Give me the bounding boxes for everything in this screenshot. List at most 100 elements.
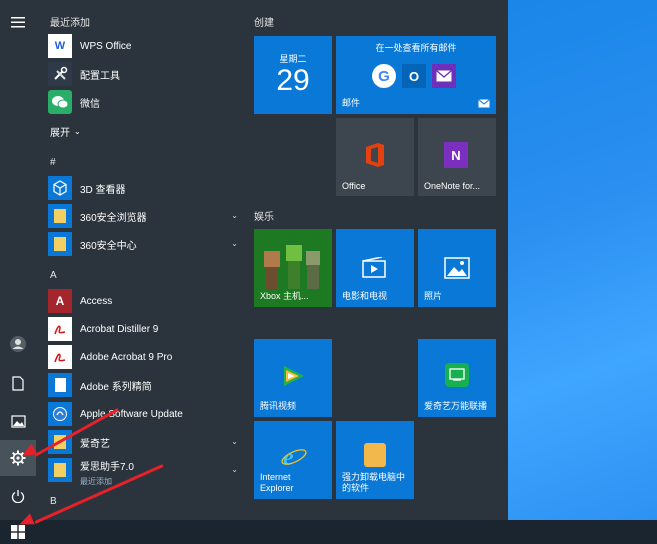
taskbar — [0, 520, 657, 544]
tile-label: Internet Explorer — [260, 472, 294, 493]
app-3d-viewer[interactable]: 3D 查看器 — [48, 175, 244, 201]
calendar-date: 29 — [276, 64, 310, 97]
desktop-background — [508, 0, 657, 520]
app-wps-office[interactable]: W WPS Office — [48, 33, 244, 59]
app-label: 360安全中心 — [80, 240, 137, 252]
app-label: Apple Software Update — [80, 408, 183, 420]
app-list: 最近添加 W WPS Office 配置工具 微信 展开 ⌄ # 3D 查看器 … — [36, 0, 244, 520]
onenote-icon: N — [444, 142, 468, 168]
folder-icon — [48, 458, 72, 482]
chevron-down-icon: ⌄ — [74, 126, 81, 136]
cube-icon — [48, 176, 72, 200]
tile-label: 爱奇艺万能联播 — [424, 401, 488, 411]
documents-button[interactable] — [0, 365, 36, 401]
section-hash: # — [50, 157, 56, 168]
tencent-video-icon — [284, 366, 304, 386]
app-label: WPS Office — [80, 40, 132, 52]
chevron-down-icon[interactable]: ⌄ — [231, 239, 238, 248]
access-icon: A — [48, 289, 72, 313]
app-label: 爱奇艺 — [80, 438, 110, 450]
app-label: Access — [80, 295, 113, 307]
app-label: 微信 — [80, 98, 100, 110]
pdf-icon — [48, 317, 72, 341]
app-360-security[interactable]: 360安全中心 ⌄ — [48, 231, 244, 257]
app-label: 3D 查看器 — [80, 184, 126, 196]
start-menu: 最近添加 W WPS Office 配置工具 微信 展开 ⌄ # 3D 查看器 … — [0, 0, 508, 520]
tile-area: 创建 星期二 29 在一处查看所有邮件 G O 邮件 Office N OneN… — [244, 0, 508, 520]
app-label: Adobe Acrobat 9 Pro — [80, 351, 173, 363]
app-360-browser[interactable]: 360安全浏览器 ⌄ — [48, 203, 244, 229]
hamburger-menu-button[interactable] — [0, 4, 36, 40]
pictures-button[interactable] — [0, 403, 36, 439]
internet-explorer-icon: e — [281, 445, 307, 471]
xbox-characters-icon — [264, 245, 320, 289]
app-access[interactable]: A Access — [48, 288, 244, 314]
recently-added-tag: 最近添加 — [80, 477, 112, 486]
app-acrobat-distiller[interactable]: Acrobat Distiller 9 — [48, 316, 244, 342]
iqiyi-cast-icon — [445, 363, 469, 387]
tile-xbox[interactable]: Xbox 主机... — [254, 229, 332, 307]
app-config-tool[interactable]: 配置工具 — [48, 61, 244, 87]
app-label: 360安全浏览器 — [80, 212, 147, 224]
folder-icon — [48, 204, 72, 228]
power-icon — [11, 490, 25, 503]
tile-internet-explorer[interactable]: e Internet Explorer — [254, 421, 332, 499]
office-icon — [366, 143, 384, 167]
tile-tencent-video[interactable]: 腾讯视频 — [254, 339, 332, 417]
outlook-icon: O — [402, 64, 426, 88]
folder-icon — [48, 232, 72, 256]
google-icon: G — [372, 64, 396, 88]
recent-header: 最近添加 — [50, 18, 90, 29]
document-icon — [12, 375, 24, 391]
mail-provider-icons: G O — [372, 64, 456, 88]
expand-button[interactable]: 展开 ⌄ — [48, 118, 244, 144]
app-adobe-acrobat[interactable]: Adobe Acrobat 9 Pro — [48, 344, 244, 370]
uninstaller-icon — [364, 443, 386, 467]
tile-photos[interactable]: 照片 — [418, 229, 496, 307]
photos-icon — [444, 257, 470, 279]
document-icon — [48, 373, 72, 397]
yahoo-mail-icon — [432, 64, 456, 88]
tile-movies-tv[interactable]: 电影和电视 — [336, 229, 414, 307]
user-icon — [10, 336, 26, 352]
tile-label: 邮件 — [342, 98, 361, 108]
app-apple-software-update[interactable]: Apple Software Update — [48, 401, 244, 427]
tile-calendar[interactable]: 星期二 29 — [254, 36, 332, 114]
tile-label: Xbox 主机... — [260, 291, 309, 301]
wechat-icon — [48, 90, 72, 114]
hamburger-icon — [11, 17, 25, 28]
app-wechat[interactable]: 微信 — [48, 89, 244, 115]
tile-office[interactable]: Office — [336, 118, 414, 196]
tools-icon — [48, 62, 72, 86]
start-rail — [0, 0, 36, 520]
pdf-icon — [48, 345, 72, 369]
tile-onenote[interactable]: N OneNote for... — [418, 118, 496, 196]
tile-label: 强力卸载电脑中的软件 — [342, 472, 406, 493]
tile-label: 照片 — [424, 291, 443, 301]
app-adobe-series[interactable]: Adobe 系列精简 — [48, 372, 244, 398]
tile-uninstaller[interactable]: 强力卸载电脑中的软件 — [336, 421, 414, 499]
section-a: A — [50, 270, 57, 281]
chevron-down-icon[interactable]: ⌄ — [231, 437, 238, 446]
film-icon — [362, 257, 386, 278]
pictures-icon — [10, 414, 26, 428]
group-create-title: 创建 — [254, 18, 274, 29]
tile-label: OneNote for... — [424, 181, 481, 191]
app-label: Acrobat Distiller 9 — [80, 323, 159, 335]
app-label: 爱思助手7.0 — [80, 461, 134, 473]
power-button[interactable] — [0, 478, 36, 514]
apple-update-icon — [48, 402, 72, 426]
tile-iqiyi-cast[interactable]: 爱奇艺万能联播 — [418, 339, 496, 417]
mail-title: 在一处查看所有邮件 — [375, 43, 457, 53]
tile-label: Office — [342, 181, 366, 191]
group-entertainment-title: 娱乐 — [254, 212, 274, 223]
wps-icon: W — [48, 34, 72, 58]
app-label: 配置工具 — [80, 70, 120, 82]
chevron-down-icon[interactable]: ⌄ — [231, 211, 238, 220]
section-b: B — [50, 496, 57, 507]
user-account-button[interactable] — [0, 326, 36, 362]
mail-envelope-icon — [478, 99, 490, 108]
app-label: Adobe 系列精简 — [80, 381, 152, 393]
tile-mail[interactable]: 在一处查看所有邮件 G O 邮件 — [336, 36, 496, 114]
chevron-down-icon[interactable]: ⌄ — [231, 465, 238, 474]
